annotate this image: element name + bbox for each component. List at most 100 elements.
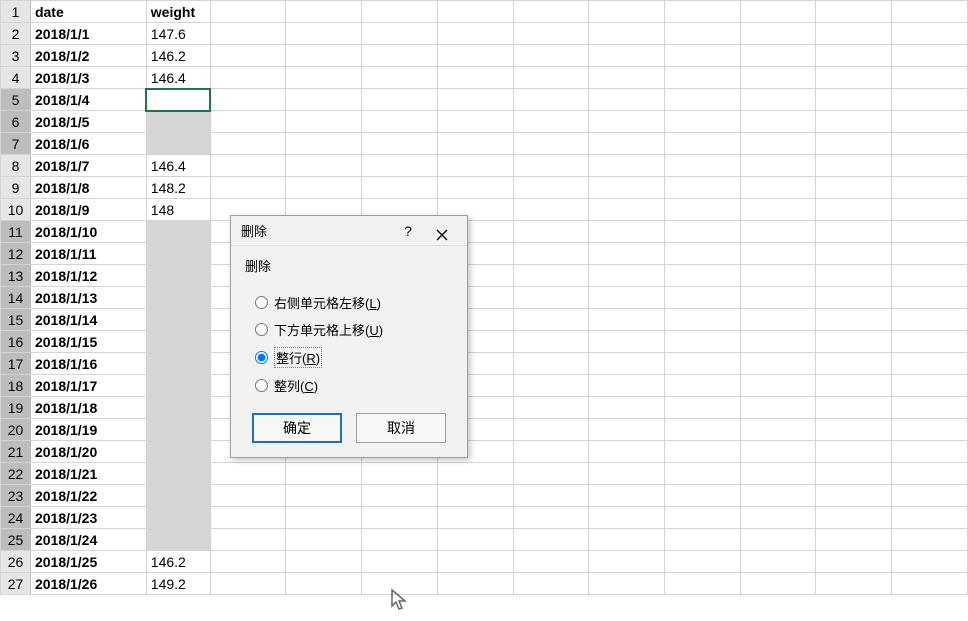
cell-weight[interactable]: 148 xyxy=(146,199,210,221)
cell-empty[interactable] xyxy=(665,309,741,331)
cell-weight[interactable] xyxy=(146,309,210,331)
cell-empty[interactable] xyxy=(740,551,816,573)
cell-date[interactable]: 2018/1/26 xyxy=(30,573,146,595)
cell-empty[interactable] xyxy=(210,89,286,111)
cell-empty[interactable] xyxy=(892,199,968,221)
cell-empty[interactable] xyxy=(665,221,741,243)
cell-date[interactable]: 2018/1/23 xyxy=(30,507,146,529)
cell-empty[interactable] xyxy=(437,155,513,177)
cell-empty[interactable] xyxy=(665,353,741,375)
cell-empty[interactable] xyxy=(665,67,741,89)
cell-empty[interactable] xyxy=(665,111,741,133)
cell-empty[interactable] xyxy=(362,529,438,551)
cell-empty[interactable] xyxy=(740,133,816,155)
cell-empty[interactable] xyxy=(665,331,741,353)
cell-empty[interactable] xyxy=(210,45,286,67)
cell-weight[interactable]: 148.2 xyxy=(146,177,210,199)
cell-empty[interactable] xyxy=(892,353,968,375)
cell-empty[interactable] xyxy=(589,419,665,441)
cell-empty[interactable] xyxy=(816,67,892,89)
cell-weight[interactable] xyxy=(146,111,210,133)
cell-empty[interactable] xyxy=(740,265,816,287)
cell-empty[interactable] xyxy=(665,529,741,551)
cell-empty[interactable] xyxy=(665,155,741,177)
cell-empty[interactable] xyxy=(589,133,665,155)
cell-empty[interactable] xyxy=(437,67,513,89)
cell-date[interactable]: 2018/1/21 xyxy=(30,463,146,485)
cell-empty[interactable] xyxy=(816,1,892,23)
cell-weight[interactable] xyxy=(146,265,210,287)
row-header[interactable]: 14 xyxy=(1,287,31,309)
cell-empty[interactable] xyxy=(513,45,589,67)
cell-date[interactable]: 2018/1/17 xyxy=(30,375,146,397)
cell-empty[interactable] xyxy=(437,133,513,155)
cell-empty[interactable] xyxy=(892,419,968,441)
cell-empty[interactable] xyxy=(892,375,968,397)
close-icon[interactable] xyxy=(425,220,459,241)
cell-empty[interactable] xyxy=(740,243,816,265)
cell-empty[interactable] xyxy=(513,485,589,507)
cell-empty[interactable] xyxy=(892,485,968,507)
row-header[interactable]: 20 xyxy=(1,419,31,441)
cell-empty[interactable] xyxy=(513,309,589,331)
cell-weight[interactable]: weight xyxy=(146,1,210,23)
cell-empty[interactable] xyxy=(816,375,892,397)
cell-empty[interactable] xyxy=(892,507,968,529)
cell-empty[interactable] xyxy=(816,353,892,375)
cell-empty[interactable] xyxy=(589,507,665,529)
cell-empty[interactable] xyxy=(816,155,892,177)
cell-empty[interactable] xyxy=(210,573,286,595)
cell-date[interactable]: 2018/1/4 xyxy=(30,89,146,111)
dialog-titlebar[interactable]: 删除 ? xyxy=(231,216,467,246)
cell-empty[interactable] xyxy=(589,309,665,331)
cell-empty[interactable] xyxy=(892,309,968,331)
cell-empty[interactable] xyxy=(589,265,665,287)
cell-empty[interactable] xyxy=(513,89,589,111)
cell-empty[interactable] xyxy=(210,67,286,89)
cell-empty[interactable] xyxy=(665,573,741,595)
cell-empty[interactable] xyxy=(892,331,968,353)
row-header[interactable]: 23 xyxy=(1,485,31,507)
cell-date[interactable]: 2018/1/9 xyxy=(30,199,146,221)
help-icon[interactable]: ? xyxy=(391,216,425,246)
cell-weight[interactable]: 149.2 xyxy=(146,573,210,595)
cell-empty[interactable] xyxy=(892,243,968,265)
cell-empty[interactable] xyxy=(286,67,362,89)
cell-empty[interactable] xyxy=(437,1,513,23)
cell-empty[interactable] xyxy=(589,551,665,573)
cell-empty[interactable] xyxy=(740,177,816,199)
row-header[interactable]: 15 xyxy=(1,309,31,331)
cell-empty[interactable] xyxy=(816,551,892,573)
cell-date[interactable]: 2018/1/12 xyxy=(30,265,146,287)
cell-empty[interactable] xyxy=(513,331,589,353)
cell-weight[interactable] xyxy=(146,353,210,375)
row-header[interactable]: 1 xyxy=(1,1,31,23)
cell-empty[interactable] xyxy=(665,89,741,111)
cell-empty[interactable] xyxy=(513,573,589,595)
cell-empty[interactable] xyxy=(513,243,589,265)
cell-empty[interactable] xyxy=(589,331,665,353)
row-header[interactable]: 7 xyxy=(1,133,31,155)
row-header[interactable]: 16 xyxy=(1,331,31,353)
row-header[interactable]: 25 xyxy=(1,529,31,551)
cell-empty[interactable] xyxy=(740,45,816,67)
cell-empty[interactable] xyxy=(589,23,665,45)
cell-empty[interactable] xyxy=(513,221,589,243)
cell-date[interactable]: 2018/1/15 xyxy=(30,331,146,353)
cell-empty[interactable] xyxy=(740,155,816,177)
cell-empty[interactable] xyxy=(513,529,589,551)
cell-empty[interactable] xyxy=(665,23,741,45)
cell-empty[interactable] xyxy=(513,287,589,309)
cell-weight[interactable] xyxy=(146,485,210,507)
cell-empty[interactable] xyxy=(740,441,816,463)
cell-date[interactable]: 2018/1/22 xyxy=(30,485,146,507)
cell-empty[interactable] xyxy=(740,353,816,375)
cell-empty[interactable] xyxy=(513,67,589,89)
cell-empty[interactable] xyxy=(513,199,589,221)
cell-empty[interactable] xyxy=(437,529,513,551)
cell-empty[interactable] xyxy=(513,375,589,397)
cell-empty[interactable] xyxy=(513,155,589,177)
cell-empty[interactable] xyxy=(362,111,438,133)
row-header[interactable]: 6 xyxy=(1,111,31,133)
option-shift-up[interactable]: 下方单元格上移(U) xyxy=(255,320,453,339)
